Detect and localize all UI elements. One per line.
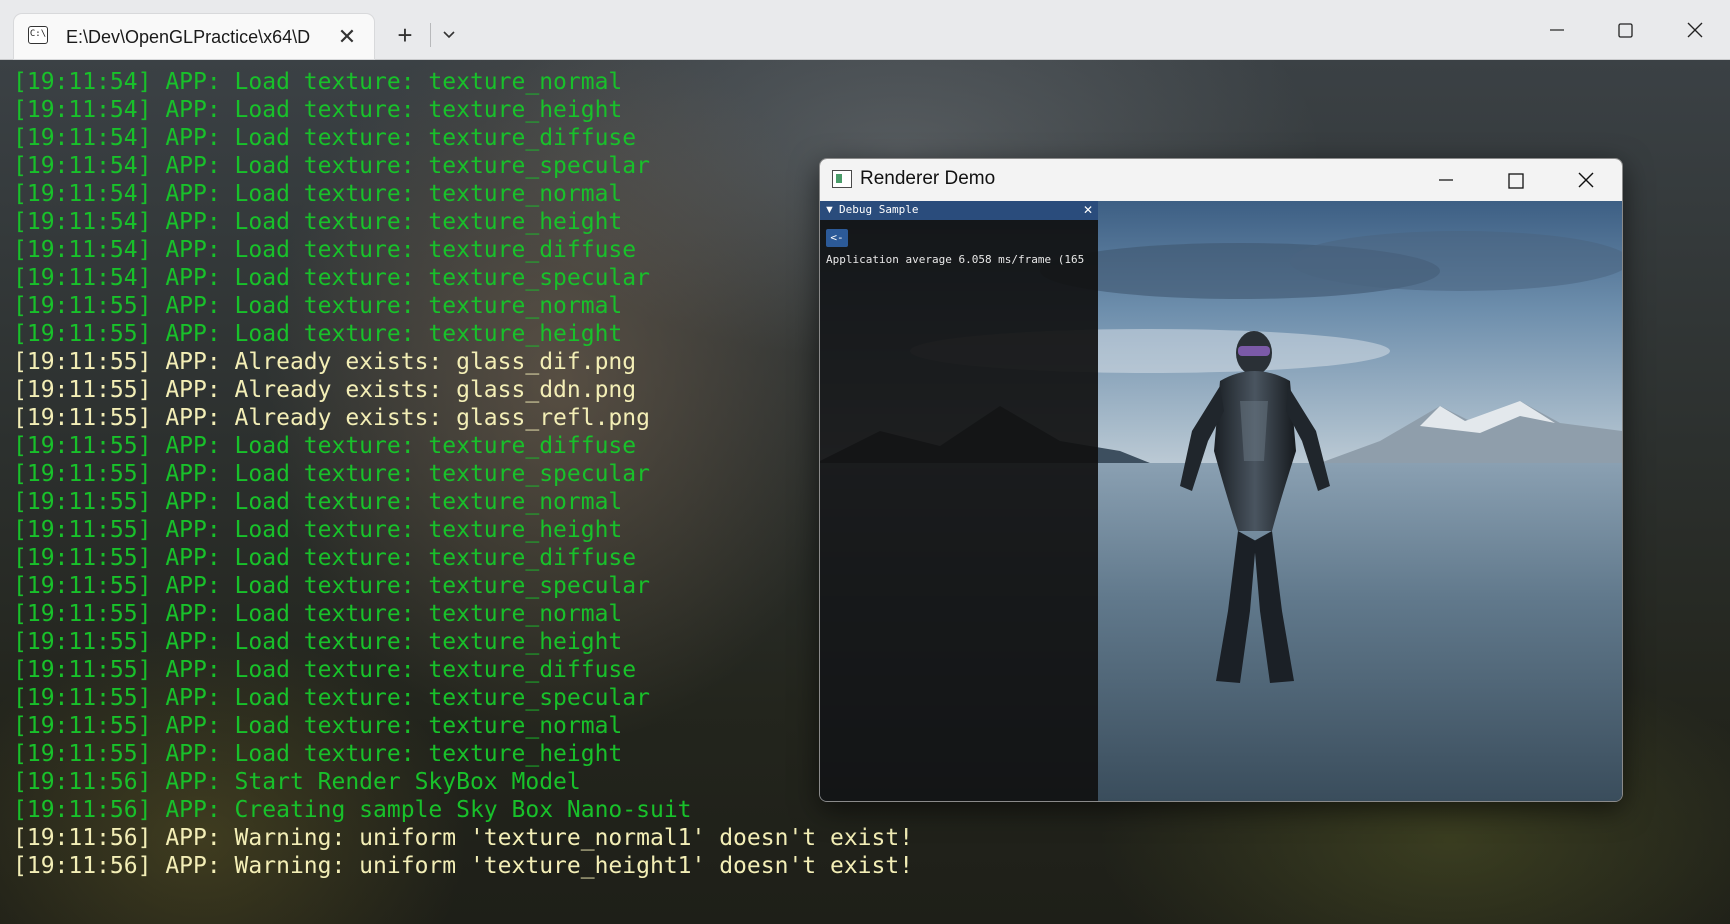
renderer-title-bar[interactable]: Renderer Demo	[820, 159, 1622, 201]
log-line: [19:11:54] APP: Load texture: texture_di…	[13, 237, 637, 263]
debug-panel-title: Debug Sample	[839, 203, 919, 216]
log-line: [19:11:54] APP: Load texture: texture_no…	[13, 69, 623, 95]
log-line: [19:11:54] APP: Load texture: texture_sp…	[13, 265, 650, 291]
log-line: [19:11:55] APP: Load texture: texture_no…	[13, 601, 623, 627]
log-line: [19:11:56] APP: Start Render SkyBox Mode…	[13, 769, 581, 795]
log-line: [19:11:55] APP: Load texture: texture_he…	[13, 517, 623, 543]
log-line: [19:11:54] APP: Load texture: texture_sp…	[13, 153, 650, 179]
log-line: [19:11:55] APP: Load texture: texture_no…	[13, 293, 623, 319]
cloud	[1290, 231, 1622, 291]
close-icon	[1687, 22, 1703, 38]
renderer-close-button[interactable]	[1560, 161, 1610, 199]
new-tab-button[interactable]: +	[388, 18, 422, 52]
maximize-icon	[1618, 23, 1633, 38]
application-window-icon	[832, 170, 852, 188]
renderer-window-title: Renderer Demo	[860, 168, 996, 189]
log-line: [19:11:55] APP: Load texture: texture_he…	[13, 741, 623, 767]
log-line: [19:11:55] APP: Load texture: texture_sp…	[13, 573, 650, 599]
log-line: [19:11:54] APP: Load texture: texture_no…	[13, 181, 623, 207]
log-line: [19:11:55] APP: Load texture: texture_no…	[13, 489, 623, 515]
frame-stats-text: Application average 6.058 ms/frame (165	[826, 253, 1085, 266]
log-line: [19:11:56] APP: Creating sample Sky Box …	[13, 797, 692, 823]
minimize-icon	[1550, 29, 1564, 31]
log-line: [19:11:55] APP: Load texture: texture_di…	[13, 545, 637, 571]
log-line: [19:11:54] APP: Load texture: texture_di…	[13, 125, 637, 151]
terminal-tab[interactable]: C:\ E:\Dev\OpenGLPractice\x64\D ✕	[14, 14, 374, 59]
renderer-minimize-button[interactable]	[1420, 161, 1470, 199]
log-line: [19:11:54] APP: Load texture: texture_he…	[13, 209, 623, 235]
tab-separator	[430, 23, 431, 47]
log-line: [19:11:55] APP: Load texture: texture_di…	[13, 433, 637, 459]
collapse-arrow-icon[interactable]: ▼	[824, 203, 835, 217]
log-line: [19:11:55] APP: Load texture: texture_no…	[13, 713, 623, 739]
log-line: [19:11:55] APP: Load texture: texture_he…	[13, 629, 623, 655]
debug-panel-header[interactable]: ▼ Debug Sample ✕	[820, 201, 1098, 220]
maximize-icon	[1508, 173, 1524, 189]
render-viewport[interactable]: ▼ Debug Sample ✕ <- Application average …	[820, 201, 1622, 801]
renderer-demo-window[interactable]: Renderer Demo ▼ Debug Sample ✕ <- Applic…	[819, 158, 1623, 802]
debug-panel[interactable]: ▼ Debug Sample ✕ <- Application average …	[820, 201, 1098, 801]
tab-title: E:\Dev\OpenGLPractice\x64\D	[66, 27, 311, 47]
terminal-title-bar: C:\ E:\Dev\OpenGLPractice\x64\D ✕ +	[0, 0, 1730, 60]
log-line: [19:11:55] APP: Load texture: texture_sp…	[13, 461, 650, 487]
minimize-button[interactable]	[1534, 10, 1580, 50]
minimize-icon	[1439, 179, 1453, 181]
renderer-maximize-button[interactable]	[1490, 161, 1540, 199]
log-line: [19:11:55] APP: Load texture: texture_sp…	[13, 685, 650, 711]
log-line: [19:11:56] APP: Warning: uniform 'textur…	[13, 853, 914, 879]
debug-panel-close-button[interactable]: ✕	[1083, 203, 1093, 217]
back-button[interactable]: <-	[826, 229, 848, 247]
mountain-range-right	[1320, 401, 1622, 463]
close-icon	[1578, 172, 1594, 188]
log-line: [19:11:55] APP: Already exists: glass_re…	[13, 405, 650, 431]
close-window-button[interactable]	[1672, 10, 1718, 50]
log-line: [19:11:55] APP: Already exists: glass_dd…	[13, 377, 637, 403]
terminal-icon: C:\	[28, 26, 48, 44]
log-line: [19:11:55] APP: Already exists: glass_di…	[13, 349, 637, 375]
log-output: [19:11:54] APP: Load texture: texture_no…	[13, 68, 913, 880]
log-line: [19:11:54] APP: Load texture: texture_he…	[13, 97, 623, 123]
tab-close-button[interactable]: ✕	[332, 22, 362, 52]
chevron-down-icon	[443, 31, 455, 39]
log-line: [19:11:55] APP: Load texture: texture_di…	[13, 657, 637, 683]
log-line: [19:11:55] APP: Load texture: texture_he…	[13, 321, 623, 347]
tab-dropdown-button[interactable]	[432, 18, 466, 52]
log-line: [19:11:56] APP: Warning: uniform 'textur…	[13, 825, 914, 851]
maximize-button[interactable]	[1602, 10, 1648, 50]
